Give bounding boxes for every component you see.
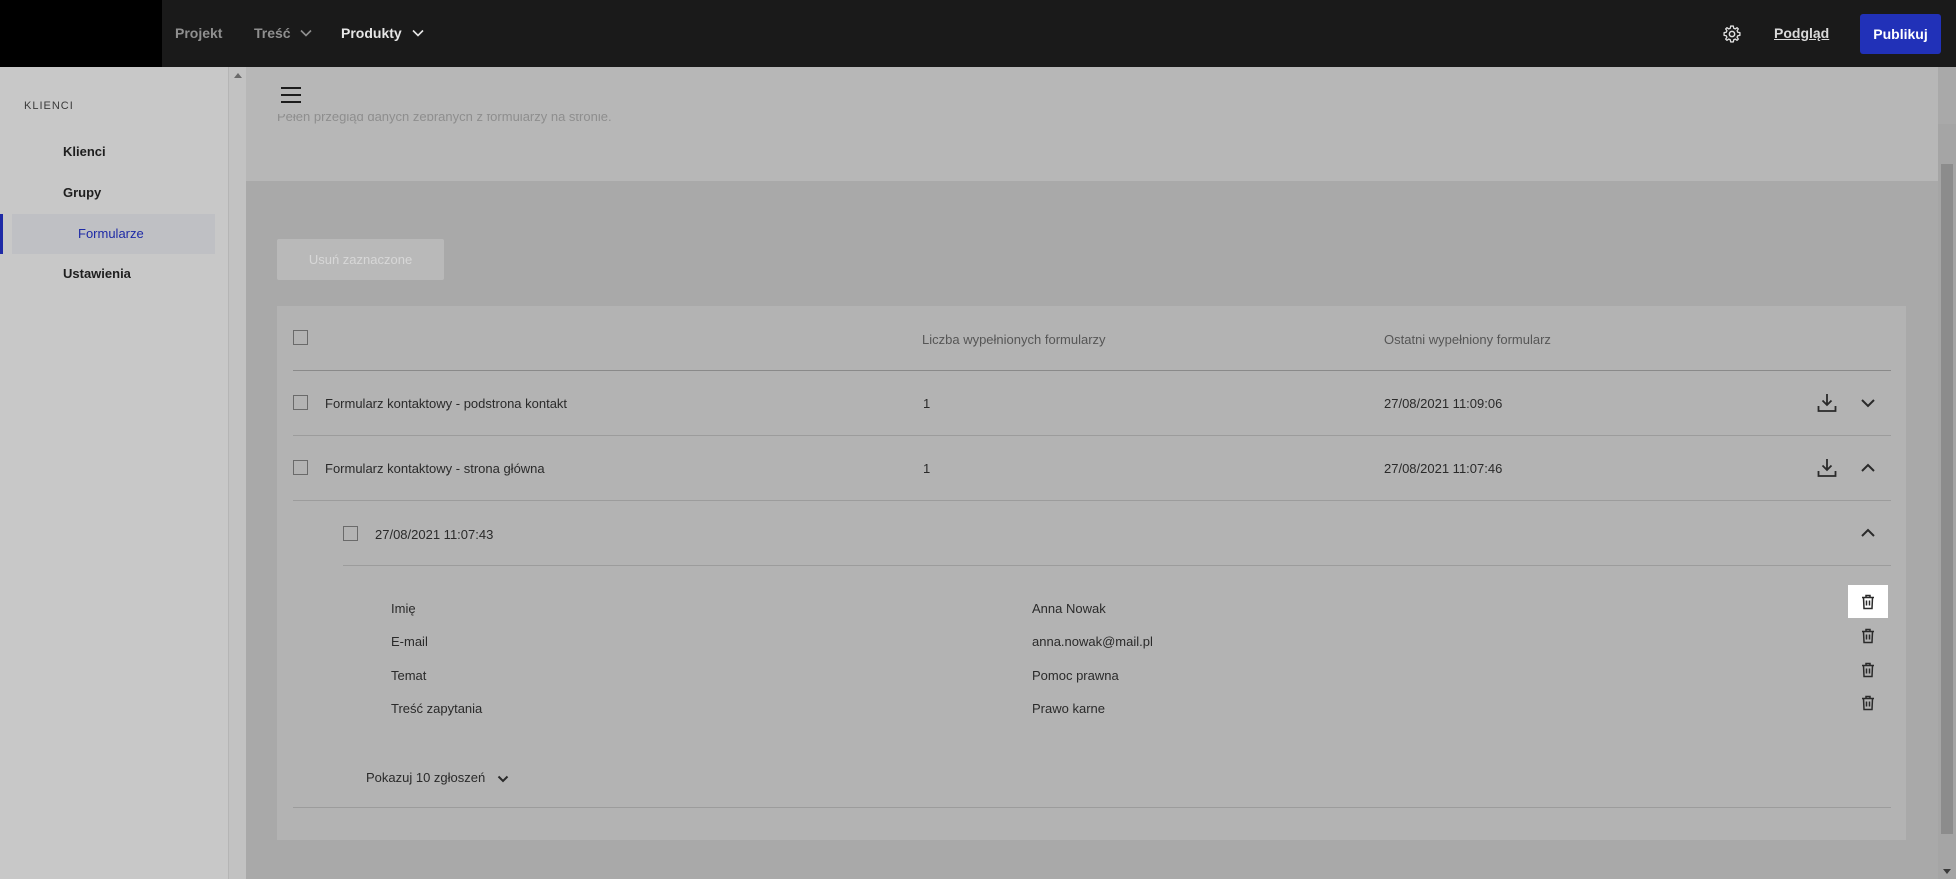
chevron-up-icon[interactable] [1856, 456, 1880, 480]
field-value: Pomoc prawna [1032, 668, 1119, 683]
nav-produkty[interactable]: Produkty [341, 0, 424, 67]
trash-icon[interactable] [1858, 592, 1878, 612]
nav-tresc[interactable]: Treść [254, 0, 313, 67]
field-label: Temat [391, 668, 427, 683]
row-checkbox[interactable] [293, 460, 308, 475]
trash-icon[interactable] [1858, 693, 1878, 713]
trash-icon[interactable] [1858, 660, 1878, 680]
divider [293, 370, 1891, 371]
download-icon[interactable] [1815, 391, 1839, 415]
divider [343, 565, 1891, 566]
field-value: Anna Nowak [1032, 601, 1106, 616]
delete-selected-button[interactable]: Usuń zaznaczone [277, 239, 444, 280]
nav-tresc-label: Treść [254, 25, 291, 41]
download-icon[interactable] [1815, 456, 1839, 480]
forms-table-panel [277, 306, 1906, 840]
nav-projekt[interactable]: Projekt [175, 0, 222, 67]
sidebar-item-grupy[interactable]: Grupy [0, 173, 215, 213]
submission-timestamp: 27/08/2021 11:07:43 [375, 527, 494, 542]
sidebar-active-indicator [0, 214, 3, 254]
field-label: Imię [391, 601, 416, 616]
main-scrollbar[interactable] [1938, 124, 1956, 879]
select-all-checkbox[interactable] [293, 330, 308, 345]
form-count: 1 [923, 396, 931, 411]
sidebar-item-ustawienia[interactable]: Ustawienia [0, 254, 215, 294]
column-header-count: Liczba wypełnionych formularzy [922, 332, 1106, 347]
page-description-text: Pełen przegląd danych zebranych z formul… [277, 114, 612, 124]
trash-icon[interactable] [1858, 626, 1878, 646]
divider [293, 807, 1891, 808]
sidebar-heading: KLIENCI [24, 100, 74, 112]
chevron-down-icon[interactable] [1856, 391, 1880, 415]
form-count: 1 [923, 461, 931, 476]
chevron-up-icon[interactable] [1856, 521, 1880, 545]
preview-link[interactable]: Podgląd [1774, 0, 1829, 67]
submission-checkbox[interactable] [343, 526, 358, 541]
logo[interactable] [0, 0, 162, 67]
field-label: E-mail [391, 634, 428, 649]
scroll-up-arrow-icon[interactable] [234, 73, 242, 78]
scroll-down-arrow-icon[interactable] [1943, 869, 1951, 874]
publish-button[interactable]: Publikuj [1860, 14, 1941, 54]
field-value: Prawo karne [1032, 701, 1105, 716]
sidebar-item-formularze[interactable]: Formularze [12, 214, 215, 254]
sidebar-scrollbar[interactable] [228, 67, 246, 879]
divider [293, 500, 1891, 501]
hamburger-icon[interactable] [281, 87, 301, 103]
show-more-dropdown[interactable]: Pokazuj 10 zgłoszeń [366, 770, 509, 785]
nav-produkty-label: Produkty [341, 25, 402, 41]
page-description: Pełen przegląd danych zebranych z formul… [277, 114, 612, 128]
scrollbar-thumb[interactable] [1941, 164, 1953, 834]
form-last-date: 27/08/2021 11:09:06 [1384, 396, 1503, 411]
row-checkbox[interactable] [293, 395, 308, 410]
chevron-down-icon [412, 29, 424, 37]
sidebar-item-klienci[interactable]: Klienci [0, 132, 215, 172]
form-name: Formularz kontaktowy - strona główna [325, 461, 545, 476]
show-more-label: Pokazuj 10 zgłoszeń [366, 770, 486, 785]
field-value: anna.nowak@mail.pl [1032, 634, 1153, 649]
gear-icon[interactable] [1722, 24, 1742, 44]
nav-projekt-label: Projekt [175, 25, 223, 41]
chevron-down-icon [497, 775, 509, 782]
divider [293, 435, 1891, 436]
field-label: Treść zapytania [391, 701, 483, 716]
form-name: Formularz kontaktowy - podstrona kontakt [325, 396, 568, 411]
column-header-last: Ostatni wypełniony formularz [1384, 332, 1551, 347]
chevron-down-icon [300, 29, 313, 37]
form-last-date: 27/08/2021 11:07:46 [1384, 461, 1503, 476]
top-bar: Projekt Treść Produkty Podgląd Publikuj [0, 0, 1956, 67]
